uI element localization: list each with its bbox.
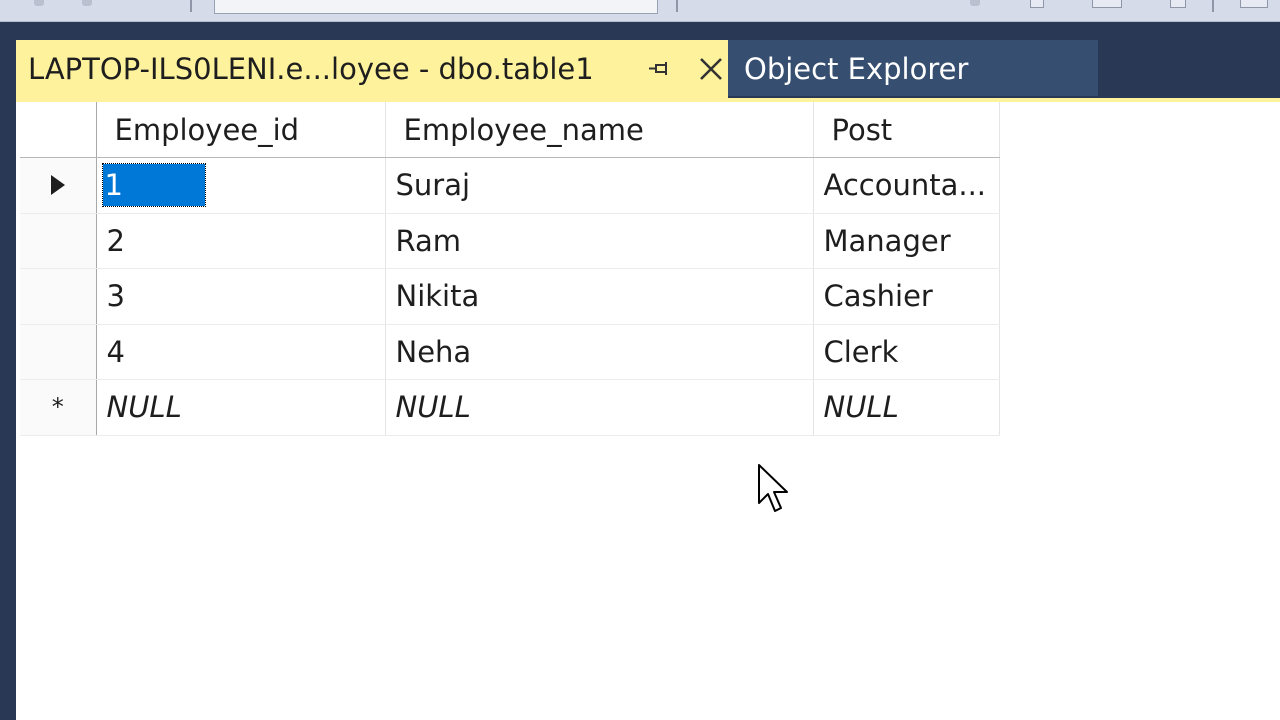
results-grid: Employee_id Employee_name Post 1 Suraj A… — [20, 102, 1000, 436]
cell-post[interactable]: Clerk — [813, 324, 1000, 380]
tab-title: Object Explorer — [744, 52, 969, 86]
cell-employee-id[interactable]: 1 — [96, 157, 386, 214]
current-row-arrow-icon — [20, 158, 95, 212]
toolbar-icon[interactable] — [1240, 0, 1268, 8]
row-header[interactable] — [20, 213, 97, 269]
toolbar-combobox[interactable] — [214, 0, 658, 14]
tab-table1[interactable]: LAPTOP-ILS0LENI.e...loyee - dbo.table1 — [16, 40, 728, 98]
table-row[interactable]: 2 Ram Manager — [20, 213, 1000, 269]
cell-employee-name[interactable]: Neha — [385, 324, 814, 380]
tab-object-explorer[interactable]: Object Explorer — [728, 40, 1098, 96]
selected-cell-text[interactable]: 1 — [101, 163, 206, 208]
table-row[interactable]: 1 Suraj Accounta... — [20, 157, 1000, 214]
table-row[interactable]: 4 Neha Clerk — [20, 324, 1000, 380]
cell-employee-id[interactable]: 4 — [96, 324, 386, 380]
cell-employee-name[interactable]: Nikita — [385, 268, 814, 325]
tab-title: LAPTOP-ILS0LENI.e...loyee - dbo.table1 — [28, 52, 594, 86]
cell-post[interactable]: NULL — [813, 379, 1000, 436]
new-row[interactable]: * NULL NULL NULL — [20, 379, 1000, 436]
toolbar-separator — [1212, 0, 1214, 12]
cell-employee-name[interactable]: NULL — [385, 379, 814, 436]
toolbar-icon[interactable] — [1170, 0, 1186, 8]
cell-post[interactable]: Cashier — [813, 268, 1000, 325]
cell-post[interactable]: Manager — [813, 213, 1000, 269]
toolbar-icon[interactable] — [970, 0, 980, 6]
column-header-employee-name[interactable]: Employee_name — [385, 102, 814, 158]
toolbar-separator — [190, 0, 192, 12]
row-header[interactable] — [20, 268, 97, 325]
close-icon[interactable] — [694, 52, 728, 86]
row-header[interactable] — [20, 324, 97, 380]
toolbar-separator — [676, 0, 678, 12]
cell-employee-name[interactable]: Suraj — [385, 157, 814, 214]
toolbar-icon[interactable] — [82, 0, 92, 6]
cell-employee-name[interactable]: Ram — [385, 213, 814, 269]
row-header[interactable] — [20, 157, 97, 214]
toolbar-icon[interactable] — [1030, 0, 1044, 8]
cell-employee-id[interactable]: NULL — [96, 379, 386, 436]
header-row: Employee_id Employee_name Post — [20, 102, 1000, 158]
toolbar-icon[interactable] — [34, 0, 44, 6]
table-editor: Employee_id Employee_name Post 1 Suraj A… — [16, 98, 1280, 720]
column-header-employee-id[interactable]: Employee_id — [96, 102, 386, 158]
corner-cell[interactable] — [20, 102, 97, 158]
mouse-cursor-icon — [757, 463, 793, 521]
asterisk-icon: * — [51, 393, 64, 422]
toolbar — [0, 0, 1280, 22]
toolbar-icon[interactable] — [1092, 0, 1122, 8]
cell-employee-id[interactable]: 3 — [96, 268, 386, 325]
cell-employee-id[interactable]: 2 — [96, 213, 386, 269]
cell-post[interactable]: Accounta... — [813, 157, 1000, 214]
new-row-marker[interactable]: * — [20, 379, 97, 436]
table-row[interactable]: 3 Nikita Cashier — [20, 268, 1000, 325]
pin-icon[interactable] — [644, 56, 674, 82]
column-header-post[interactable]: Post — [813, 102, 1000, 158]
document-tab-strip: LAPTOP-ILS0LENI.e...loyee - dbo.table1 O… — [0, 38, 1280, 98]
